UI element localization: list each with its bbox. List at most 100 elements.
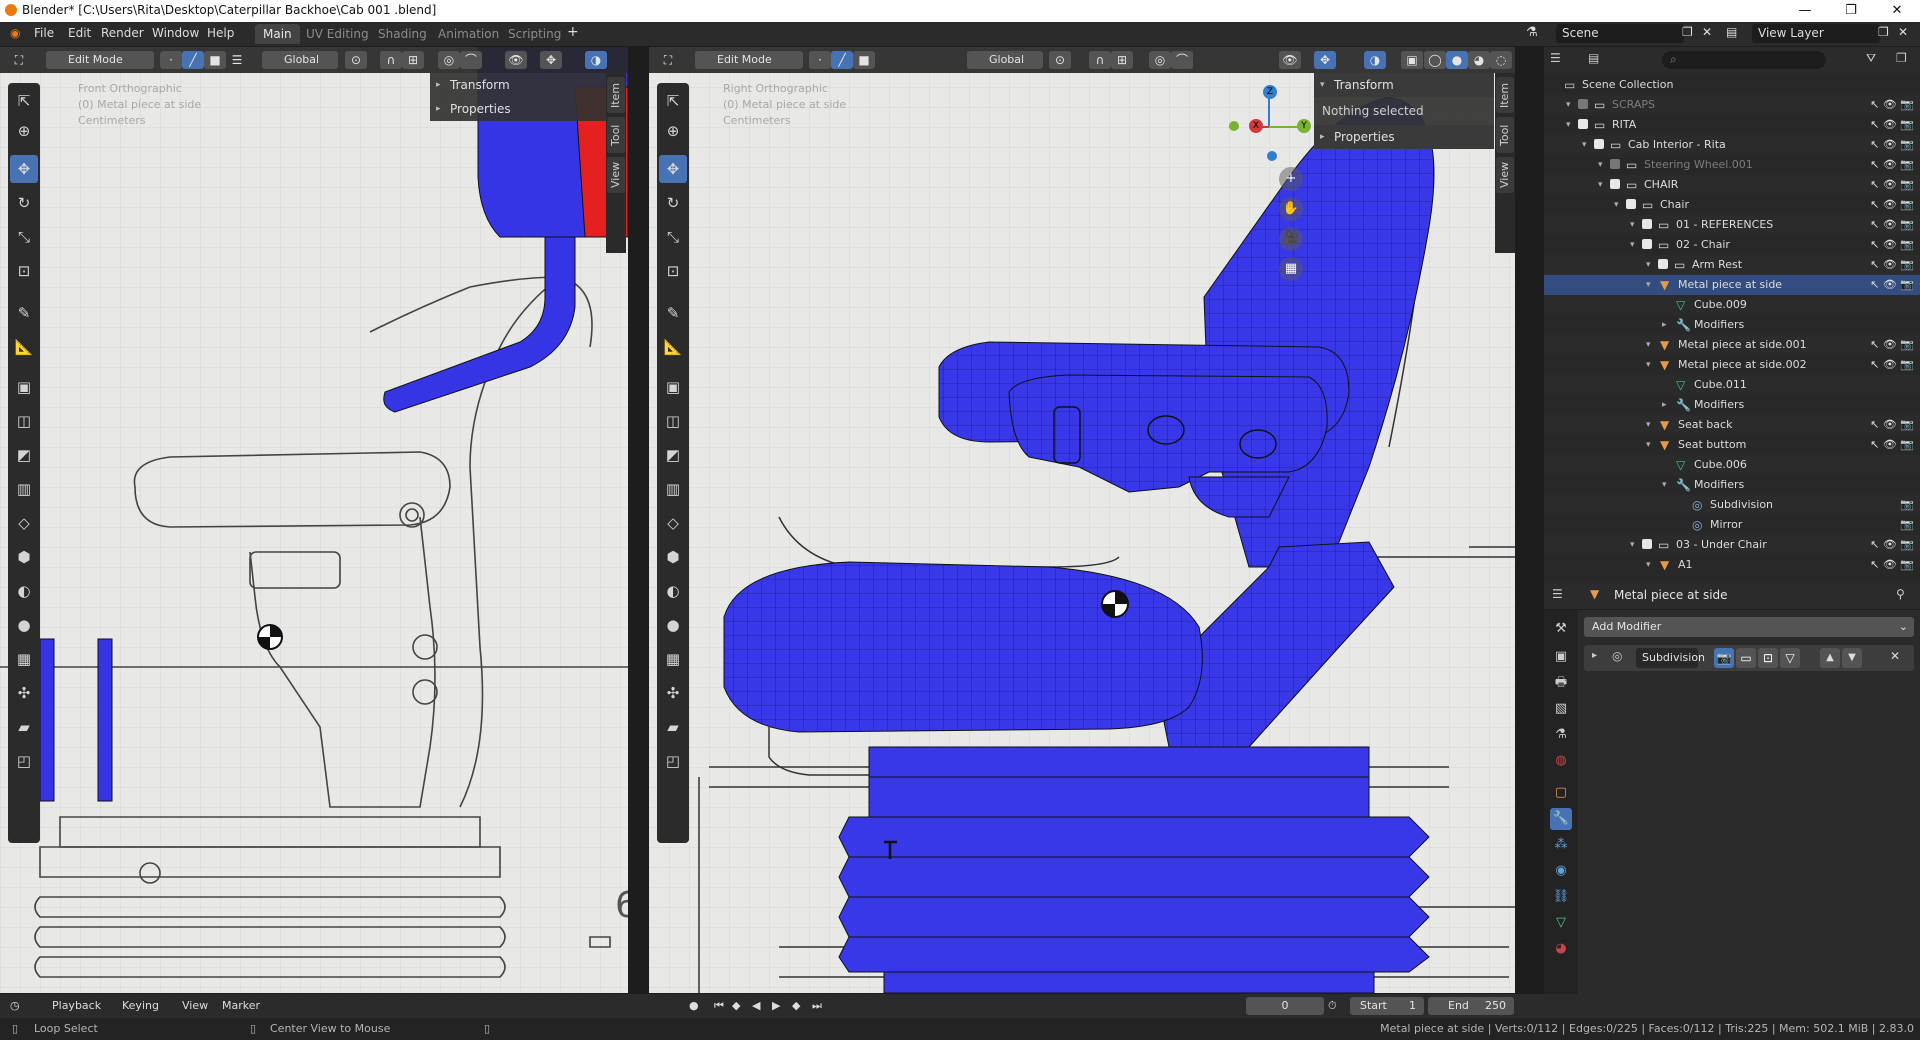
expand-toggle-icon[interactable]: ▾ — [1598, 155, 1603, 175]
world-tab-icon[interactable]: ◍ — [1550, 750, 1572, 772]
expand-toggle-icon[interactable]: ▾ — [1646, 435, 1651, 455]
xray-toggle-icon[interactable]: ▣ — [1401, 51, 1423, 69]
visibility-toggles-icon[interactable]: ↖ 👁 📷 — [1870, 155, 1914, 175]
filter-icon[interactable]: ⛛ — [1866, 51, 1876, 66]
expand-toggle-icon[interactable]: ▸ — [1662, 315, 1667, 335]
expand-toggle-icon[interactable]: ▾ — [1646, 355, 1651, 375]
spin-tool-icon[interactable]: ◐ — [659, 577, 687, 605]
constraints-tab-icon[interactable]: ⛓ — [1550, 886, 1572, 908]
outliner-row[interactable]: ▾ ▭ CHAIR ↖ 👁 📷 — [1544, 175, 1920, 195]
expand-toggle-icon[interactable]: ▾ — [1566, 95, 1571, 115]
visibility-toggles-icon[interactable]: ↖ 👁 📷 — [1870, 255, 1914, 275]
move-down-icon[interactable]: ▼ — [1842, 648, 1862, 668]
mode-dropdown[interactable]: Edit Mode — [695, 51, 803, 69]
show-viewport-icon[interactable]: ▭ — [1736, 648, 1756, 668]
shrink-tool-icon[interactable]: ✣ — [10, 679, 38, 707]
move-tool-icon[interactable]: ✥ — [659, 155, 687, 183]
expand-toggle-icon[interactable]: ▾ — [1646, 415, 1651, 435]
shear-tool-icon[interactable]: ▰ — [10, 713, 38, 741]
visibility-toggles-icon[interactable]: ↖ 👁 📷 — [1870, 355, 1914, 375]
gizmo-x-axis[interactable]: X — [1249, 119, 1263, 133]
falloff-icon[interactable]: ⌒ — [460, 51, 482, 69]
loop-cut-tool-icon[interactable]: ▥ — [10, 475, 38, 503]
viewport-divider[interactable] — [628, 47, 649, 993]
visibility-toggles-icon[interactable]: 📷 — [1900, 495, 1914, 515]
outliner-row[interactable]: ▾ ▭ Chair ↖ 👁 📷 — [1544, 195, 1920, 215]
render-tab-icon[interactable]: ▣ — [1550, 646, 1572, 668]
expand-toggle-icon[interactable]: ▾ — [1662, 475, 1667, 495]
material-shading-icon[interactable]: ◕ — [1468, 51, 1490, 69]
tab-scripting[interactable]: Scripting — [500, 24, 569, 44]
outliner-row[interactable]: ▾ ▭ RITA ↖ 👁 📷 — [1544, 115, 1920, 135]
visibility-toggles-icon[interactable]: 📷 — [1900, 515, 1914, 535]
exclude-checkbox[interactable] — [1610, 159, 1620, 169]
show-editmode-icon[interactable]: ⊡ — [1758, 648, 1778, 668]
visibility-toggles-icon[interactable]: ↖ 👁 📷 — [1870, 415, 1914, 435]
shear-tool-icon[interactable]: ▰ — [659, 713, 687, 741]
snap-icon[interactable]: ∩ — [1089, 51, 1111, 69]
edge-select-icon[interactable]: ╱ — [831, 51, 853, 69]
rip-tool-icon[interactable]: ◰ — [10, 747, 38, 775]
new-view-layer-icon[interactable]: ❐ — [1878, 25, 1889, 39]
right-divider[interactable] — [1515, 47, 1544, 993]
expand-toggle-icon[interactable]: ▾ — [1646, 555, 1651, 575]
outliner-row[interactable]: ▾ 🔧 Modifiers — [1544, 475, 1920, 495]
overlay-toggle-icon[interactable]: ◑ — [585, 51, 607, 69]
gizmo-neg-z[interactable] — [1267, 151, 1277, 161]
gizmo-toggle-icon[interactable]: ✥ — [1314, 51, 1336, 69]
sidebar-tab-item[interactable]: Item — [607, 77, 625, 113]
tab-shading[interactable]: Shading — [370, 24, 435, 44]
move-tool-icon[interactable]: ✥ — [10, 155, 38, 183]
transform-tool-icon[interactable]: ⊡ — [10, 257, 38, 285]
exclude-checkbox[interactable] — [1658, 259, 1668, 269]
outliner-row[interactable]: ▾ ▭ Cab Interior - Rita ↖ 👁 📷 — [1544, 135, 1920, 155]
visibility-toggles-icon[interactable]: ↖ 👁 📷 — [1870, 535, 1914, 555]
visibility-toggles-icon[interactable]: ↖ 👁 📷 — [1870, 215, 1914, 235]
modifier-tab-icon[interactable]: 🔧 — [1550, 808, 1572, 830]
outliner-row[interactable]: ▽ Cube.011 — [1544, 375, 1920, 395]
scene-selector-icon[interactable]: ⚗ — [1526, 25, 1538, 40]
knife-tool-icon[interactable]: ◇ — [659, 509, 687, 537]
vertex-select-icon[interactable]: · — [160, 51, 182, 69]
expand-toggle-icon[interactable]: ▾ — [1614, 195, 1619, 215]
menu-file[interactable]: File — [34, 26, 54, 40]
view-menu-icon[interactable]: ☰ — [226, 51, 248, 69]
outliner-row[interactable]: ▭ Scene Collection — [1544, 75, 1920, 95]
visibility-icon[interactable]: 👁 — [1279, 51, 1301, 69]
right-3d-viewport[interactable]: ⛶ Edit Mode · ╱ ■ Global ⊙ ∩ ⊞ ◎ ⌒ 👁 ✥ ◑… — [649, 47, 1515, 993]
menu-playback[interactable]: Playback — [52, 997, 101, 1015]
on-cage-icon[interactable]: ▽ — [1780, 648, 1800, 668]
exclude-checkbox[interactable] — [1626, 199, 1636, 209]
minimize-button[interactable]: — — [1782, 0, 1828, 22]
inset-tool-icon[interactable]: ◫ — [10, 407, 38, 435]
pin-icon[interactable]: ⚲ — [1896, 587, 1905, 601]
transform-tool-icon[interactable]: ⊡ — [659, 257, 687, 285]
outliner-row[interactable]: ▸ 🔧 Modifiers — [1544, 315, 1920, 335]
poly-build-tool-icon[interactable]: ⬢ — [10, 543, 38, 571]
menu-marker[interactable]: Marker — [222, 997, 260, 1015]
face-select-icon[interactable]: ■ — [853, 51, 875, 69]
remove-modifier-icon[interactable]: ✕ — [1890, 649, 1900, 663]
zoom-icon[interactable]: + — [1279, 167, 1303, 191]
wireframe-shading-icon[interactable]: ◯ — [1424, 51, 1446, 69]
outliner-row[interactable]: ▾ ▭ Arm Rest ↖ 👁 📷 — [1544, 255, 1920, 275]
select-tool-icon[interactable]: ⇱ — [10, 87, 38, 115]
view-layer-tab-icon[interactable]: ▧ — [1550, 698, 1572, 720]
transform-orientation-dropdown[interactable]: Global — [262, 51, 338, 69]
visibility-toggles-icon[interactable]: ↖ 👁 📷 — [1870, 175, 1914, 195]
poly-build-tool-icon[interactable]: ⬢ — [659, 543, 687, 571]
snap-target-icon[interactable]: ⊞ — [1111, 51, 1133, 69]
left-3d-viewport[interactable]: 6 ⛶ Edit Mode · ╱ ■ ☰ Global ⊙ ∩ ⊞ ◎ ⌒ 👁… — [0, 47, 628, 993]
expand-toggle-icon[interactable]: ▾ — [1630, 235, 1635, 255]
scene-field[interactable]: Scene — [1556, 24, 1684, 43]
menu-edit[interactable]: Edit — [68, 26, 91, 40]
timeline-editor-icon[interactable]: ◷ — [10, 997, 20, 1015]
start-frame-field[interactable]: Start 1 — [1350, 997, 1424, 1015]
visibility-toggles-icon[interactable]: ↖ 👁 📷 — [1870, 275, 1914, 295]
visibility-toggles-icon[interactable]: ↖ 👁 📷 — [1870, 235, 1914, 255]
measure-tool-icon[interactable]: 📐 — [659, 333, 687, 361]
close-window-button[interactable]: ✕ — [1874, 0, 1920, 22]
edge-select-icon[interactable]: ╱ — [182, 51, 204, 69]
outliner-row[interactable]: ◎ Mirror 📷 — [1544, 515, 1920, 535]
tab-animation[interactable]: Animation — [430, 24, 507, 44]
